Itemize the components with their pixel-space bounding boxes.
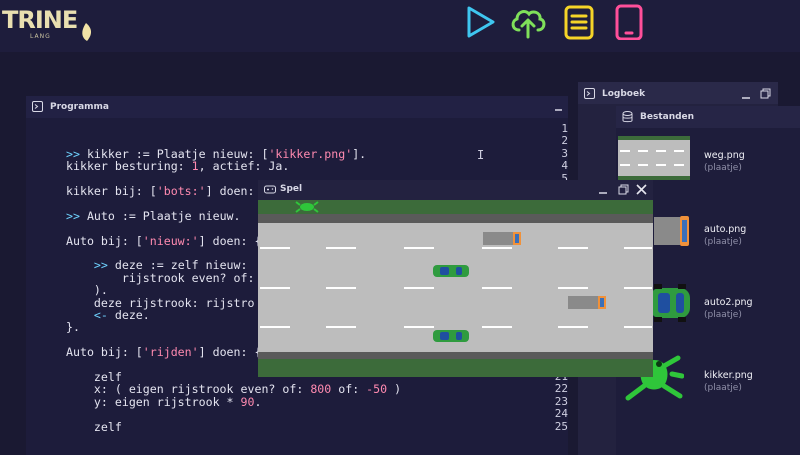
files-title: Bestanden xyxy=(640,112,695,122)
logbook-window-header[interactable]: Logboek xyxy=(578,82,778,104)
game-window[interactable]: Spel xyxy=(258,180,653,377)
code-line[interactable]: Auto bij: ['rijden'] doen: { xyxy=(66,345,261,359)
terminal-icon xyxy=(584,88,595,99)
car-sprite xyxy=(433,265,469,277)
game-canvas[interactable] xyxy=(258,200,653,377)
terminal-icon xyxy=(32,101,43,112)
line-number: 4 xyxy=(561,159,568,173)
code-line[interactable]: y: eigen rijstrook * 90. xyxy=(66,395,262,409)
code-line[interactable]: zelf xyxy=(66,420,122,434)
line-number: 22 xyxy=(554,382,568,396)
file-type: (plaatje) xyxy=(704,383,742,393)
files-panel-header: Bestanden xyxy=(616,106,800,128)
file-name: kikker.png xyxy=(704,370,753,381)
shoulder-top xyxy=(258,214,653,223)
program-window-title: Programma xyxy=(50,102,110,112)
shoulder-bottom xyxy=(258,352,653,359)
play-icon[interactable] xyxy=(464,4,498,40)
file-type: (plaatje) xyxy=(704,163,742,173)
line-number: 3 xyxy=(561,146,568,160)
file-name: auto2.png xyxy=(704,297,753,308)
code-line[interactable]: kikker bij: ['bots:'] doen: { xyxy=(66,184,268,198)
code-line[interactable]: >> Auto := Plaatje nieuw. xyxy=(66,209,241,223)
gamepad-icon xyxy=(264,185,276,194)
truck-sprite xyxy=(483,232,521,245)
minimize-icon[interactable] xyxy=(741,90,751,100)
car-thumbnail-icon xyxy=(650,284,690,322)
file-name: auto.png xyxy=(704,224,747,235)
game-window-header[interactable]: Spel xyxy=(258,180,653,200)
document-icon[interactable] xyxy=(562,4,596,40)
grass-bottom xyxy=(258,359,653,377)
road xyxy=(258,200,653,377)
line-number: 23 xyxy=(554,394,568,408)
code-line[interactable]: kikker besturing: 1, actief: Ja. xyxy=(66,159,289,173)
top-toolbar: TRINE LANG xyxy=(0,0,800,52)
line-number: 1 xyxy=(561,122,568,135)
file-type: (plaatje) xyxy=(704,237,742,247)
restore-icon[interactable] xyxy=(760,88,771,99)
truck-sprite xyxy=(568,296,606,309)
truck-thumbnail-icon xyxy=(654,216,689,246)
logbook-title: Logboek xyxy=(602,89,646,99)
line-number: 25 xyxy=(554,419,568,433)
code-line[interactable]: Auto bij: ['nieuw:'] doen: { xyxy=(66,234,261,248)
restore-icon[interactable] xyxy=(618,184,629,195)
line-number: 24 xyxy=(554,407,568,421)
file-type: (plaatje) xyxy=(704,310,742,320)
app-logo: TRINE xyxy=(2,6,78,34)
line-number: 2 xyxy=(561,134,568,148)
car-sprite xyxy=(433,330,469,342)
close-icon[interactable] xyxy=(636,184,647,195)
code-line[interactable]: }. xyxy=(66,320,80,334)
text-cursor-icon: Ι xyxy=(477,148,485,162)
road-thumbnail-icon xyxy=(618,136,690,180)
minimize-icon[interactable] xyxy=(554,100,563,112)
database-icon xyxy=(622,111,633,123)
logo-flame-icon xyxy=(82,23,92,41)
program-window-header[interactable]: Programma xyxy=(26,96,568,118)
game-window-title: Spel xyxy=(280,184,303,194)
file-name: weg.png xyxy=(704,150,745,161)
app-logo-sub: LANG xyxy=(30,33,51,40)
phone-icon[interactable] xyxy=(612,4,646,40)
cloud-upload-icon[interactable] xyxy=(508,4,548,40)
minimize-icon[interactable] xyxy=(598,185,608,195)
